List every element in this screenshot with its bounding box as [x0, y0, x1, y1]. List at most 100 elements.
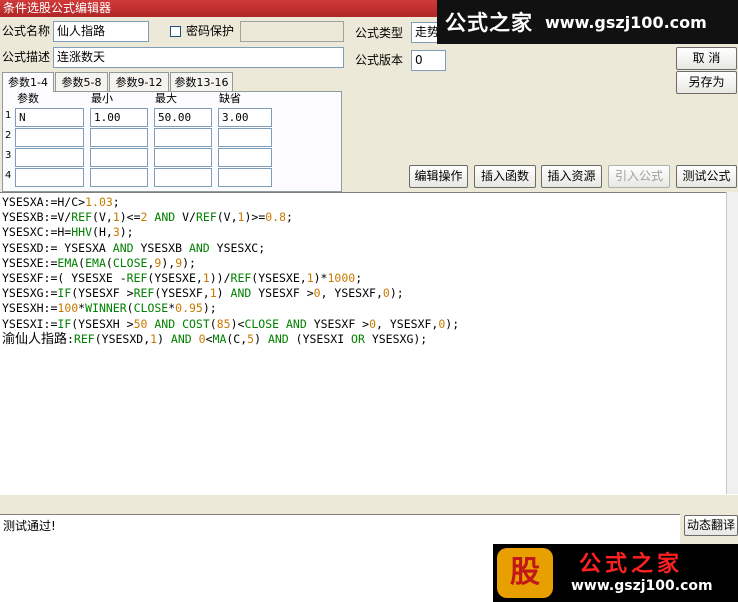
code-token: YSESXB:=V/ [2, 210, 72, 225]
code-token: AND [154, 210, 176, 225]
code-token: YSESXC; [209, 240, 266, 255]
code-token: ); [445, 316, 460, 331]
code-token: WINNER [85, 301, 127, 316]
code-token: 1 [306, 271, 314, 286]
dynamic-translate-button[interactable]: 动态翻译 [684, 515, 738, 536]
code-token: (YSESXF, [154, 286, 210, 301]
param-min-cell[interactable] [90, 168, 148, 187]
code-token: REF [230, 271, 252, 286]
param-name-cell[interactable]: N [15, 108, 84, 127]
code-token: ))/ [209, 271, 231, 286]
code-token: ) [157, 331, 171, 346]
code-line: 渝仙人指路:REF(YSESXD,1) AND 0<MA(C,5) AND (Y… [2, 332, 726, 347]
code-token: EMA [57, 255, 79, 270]
code-token: ( [209, 316, 217, 331]
row-number: 3 [5, 150, 12, 161]
formula-version-input[interactable]: 0 [411, 50, 446, 71]
param-max-cell[interactable] [154, 168, 212, 187]
row-number: 1 [5, 110, 12, 121]
code-line: YSESXD:= YSESXA AND YSESXB AND YSESXC; [2, 241, 726, 256]
param-default-cell[interactable]: 3.00 [218, 108, 272, 127]
param-min-cell[interactable] [90, 148, 148, 167]
code-token: (YSESXE, [147, 271, 203, 286]
code-token: ) [254, 331, 268, 346]
formula-name-input[interactable]: 仙人指路 [53, 21, 149, 42]
code-line: YSESXE:=EMA(EMA(CLOSE,9),9); [2, 256, 726, 271]
formula-code-editor[interactable]: YSESXA:=H/C>1.03; YSESXB:=V/REF(V,1)<=2 A… [0, 192, 726, 494]
password-input[interactable] [240, 21, 344, 42]
param-max-cell[interactable]: 50.00 [154, 108, 212, 127]
insert-resource-button[interactable]: 插入资源 [541, 165, 602, 188]
code-token: , YSESXF, [376, 316, 439, 331]
code-token: 1000 [327, 271, 356, 286]
param-min-cell[interactable]: 1.00 [90, 108, 148, 127]
code-token: YSESXH:= [2, 301, 58, 316]
code-token: YSESXA:=H/C> [2, 195, 86, 209]
code-token: ; [355, 271, 363, 286]
code-token: )< [230, 316, 245, 331]
password-checkbox[interactable] [170, 26, 181, 37]
code-token: IF [57, 286, 72, 301]
code-token: YSESXE:= [2, 255, 58, 270]
code-token: AND [286, 316, 307, 331]
tab-params-1-4[interactable]: 参数1-4 [2, 72, 54, 92]
test-formula-button[interactable]: 测试公式 [676, 165, 737, 188]
code-token: REF [195, 210, 217, 225]
param-default-cell[interactable] [218, 148, 272, 167]
code-token: 1.03 [85, 195, 113, 209]
code-token: REF [126, 271, 148, 286]
param-name-cell[interactable] [15, 148, 84, 167]
code-token: YSESXD:= YSESXA [2, 240, 113, 255]
watermark-logo: 股 [497, 548, 553, 598]
import-formula-button[interactable]: 引入公式 [608, 165, 670, 188]
code-line: YSESXB:=V/REF(V,1)<=2 AND V/REF(V,1)>=0.… [2, 210, 726, 225]
code-token: AND [188, 240, 210, 255]
tab-params-13-16[interactable]: 参数13-16 [170, 72, 233, 91]
code-token: 0 [313, 286, 321, 301]
code-token: , YSESXF, [320, 286, 383, 301]
code-token: CLOSE [244, 316, 280, 331]
formula-desc-input[interactable]: 连涨数天 [53, 47, 344, 68]
param-grid: 参数 最小 最大 缺省 1 2 3 4 N 1.00 50.00 3.00 [2, 91, 342, 192]
code-token: V/ [175, 210, 196, 225]
code-token: ) [216, 286, 231, 301]
code-token: ; [286, 210, 293, 225]
code-token: (YSESXE, [251, 271, 307, 286]
edit-ops-button[interactable]: 编辑操作 [409, 165, 468, 188]
param-default-cell[interactable] [218, 128, 272, 147]
insert-function-button[interactable]: 插入函数 [474, 165, 536, 188]
col-header-default: 缺省 [219, 92, 241, 105]
splitter[interactable] [0, 494, 738, 514]
code-token: ( [105, 255, 113, 270]
code-token: ); [182, 255, 196, 270]
type-label: 公式类型 [355, 26, 404, 40]
name-label: 公式名称 [2, 24, 51, 38]
version-label: 公式版本 [355, 53, 404, 67]
tab-params-5-8[interactable]: 参数5-8 [55, 72, 108, 91]
code-token: ); [119, 225, 134, 240]
code-token: IF [57, 316, 72, 331]
editor-scrollbar[interactable] [726, 192, 738, 494]
param-min-cell[interactable] [90, 128, 148, 147]
code-token: EMA [85, 255, 106, 270]
code-token: 1 [112, 210, 120, 225]
code-token: ( [126, 301, 134, 316]
code-token: (YSESXI [288, 331, 352, 346]
code-token: 0.95 [175, 301, 203, 316]
code-line: YSESXH:=100*WINNER(CLOSE*0.95); [2, 301, 726, 316]
watermark-bottom-url: www.gszj100.com [571, 578, 713, 594]
code-token: YSESXF > [306, 316, 370, 331]
code-token: AND [267, 331, 289, 346]
param-default-cell[interactable] [218, 168, 272, 187]
param-name-cell[interactable] [15, 168, 84, 187]
save-as-button[interactable]: 另存为 [676, 71, 737, 94]
tab-params-9-12[interactable]: 参数9-12 [109, 72, 169, 91]
code-token: AND [230, 286, 252, 301]
param-name-cell[interactable] [15, 128, 84, 147]
code-line: YSESXF:=( YSESXE -REF(YSESXE,1))/REF(YSE… [2, 271, 726, 286]
param-max-cell[interactable] [154, 148, 212, 167]
param-max-cell[interactable] [154, 128, 212, 147]
cancel-button[interactable]: 取 消 [676, 47, 737, 70]
code-token: ); [389, 286, 404, 301]
code-token: 0 [369, 316, 377, 331]
